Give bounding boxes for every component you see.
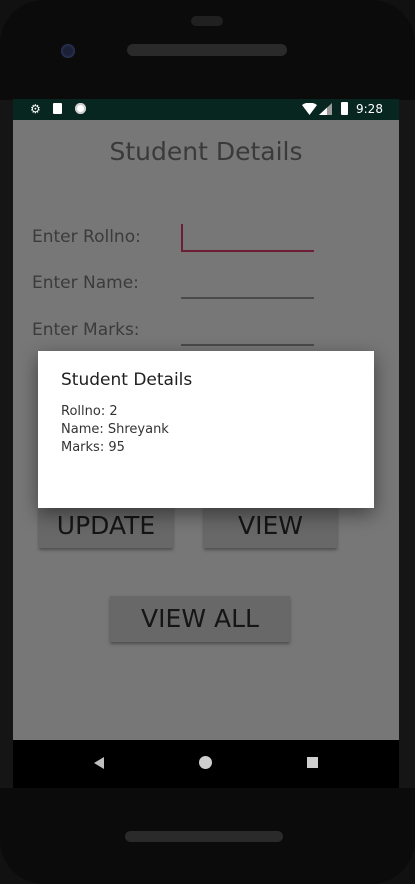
- name-label: Enter Name:: [32, 273, 139, 293]
- bottom-bezel: [0, 788, 415, 884]
- circle-icon: [75, 103, 86, 114]
- sd-card-icon: [53, 103, 62, 114]
- earpiece: [191, 16, 223, 26]
- status-time: 9:28: [356, 102, 383, 116]
- marks-label: Enter Marks:: [32, 320, 140, 340]
- student-details-dialog: Student Details Rollno: 2 Name: Shreyank…: [38, 351, 374, 508]
- rollno-input[interactable]: [181, 250, 314, 252]
- dialog-message: Rollno: 2 Name: Shreyank Marks: 95: [61, 403, 169, 457]
- dialog-rollno-line: Rollno: 2: [61, 404, 118, 419]
- back-icon[interactable]: [94, 757, 104, 769]
- dialog-title: Student Details: [61, 370, 193, 390]
- battery-icon: [341, 102, 348, 115]
- status-bar: ⚙ 9:28: [13, 99, 399, 120]
- top-speaker-grille: [127, 44, 287, 56]
- gear-icon: ⚙: [30, 102, 41, 116]
- dialog-name-line: Name: Shreyank: [61, 422, 169, 437]
- bottom-speaker-grille: [125, 831, 283, 842]
- view-all-button[interactable]: VIEW ALL: [110, 596, 290, 642]
- page-title: Student Details: [109, 137, 303, 166]
- rollno-label: Enter Rollno:: [32, 227, 141, 247]
- view-button[interactable]: VIEW: [204, 505, 337, 548]
- navigation-bar: [13, 740, 399, 788]
- app-screen: ⚙ 9:28 Student Details Enter Rollno: Ent…: [13, 99, 399, 740]
- update-button[interactable]: UPDATE: [39, 505, 173, 548]
- phone-frame: ⚙ 9:28 Student Details Enter Rollno: Ent…: [0, 0, 415, 884]
- home-icon[interactable]: [199, 756, 212, 769]
- wifi-icon: [302, 103, 317, 115]
- text-cursor: [181, 224, 183, 250]
- top-bezel: [0, 0, 415, 100]
- front-camera-icon: [61, 44, 75, 58]
- dialog-marks-line: Marks: 95: [61, 440, 125, 455]
- recents-icon[interactable]: [307, 757, 318, 768]
- signal-icon: [319, 103, 332, 115]
- marks-input[interactable]: [181, 344, 314, 346]
- name-input[interactable]: [181, 297, 314, 299]
